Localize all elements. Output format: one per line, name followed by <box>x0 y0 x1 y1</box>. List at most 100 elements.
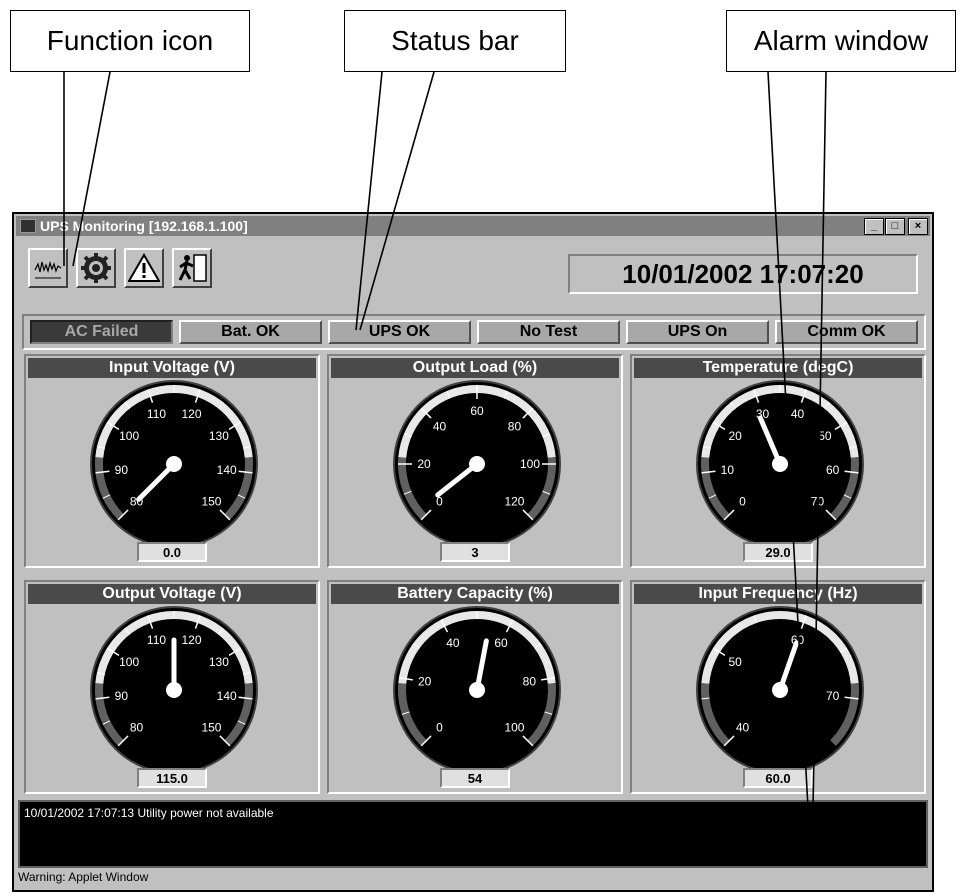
dial-tick-label: 40 <box>791 407 805 421</box>
gauge-temperature: Temperature (degC) 0 10 20 30 40 50 60 70 29.0 <box>630 354 926 568</box>
dial-tick-label: 100 <box>119 429 139 443</box>
dial-tick-label: 90 <box>115 463 129 477</box>
status-ups-power: UPS On <box>626 320 769 344</box>
exit-button[interactable] <box>172 248 212 288</box>
gauge-input-voltage: Input Voltage (V) 80 90 100 110 120 130 140 150… <box>24 354 320 568</box>
dial-tick-label: 100 <box>520 457 540 471</box>
callout-alarm-window: Alarm window <box>726 10 956 72</box>
dial-tick-label: 100 <box>119 655 139 669</box>
dial-tick-label: 50 <box>728 655 742 669</box>
dial-tick-label: 130 <box>209 655 229 669</box>
dial-tick-label: 50 <box>818 429 832 443</box>
function-toolbar <box>28 248 212 288</box>
alarm-button[interactable] <box>124 248 164 288</box>
status-ac: AC Failed <box>30 320 173 344</box>
gauge-readout: 0.0 <box>137 542 207 562</box>
dial-tick-label: 80 <box>508 420 522 434</box>
gauge-title: Output Voltage (V) <box>28 584 316 604</box>
window-titlebar: UPS Monitoring [192.168.1.100] _ □ × <box>16 216 930 236</box>
exit-icon <box>178 254 207 282</box>
applet-warning: Warning: Applet Window <box>18 870 149 884</box>
gauge-dial: 020406080100120 <box>393 380 561 544</box>
dial-hub <box>166 682 182 698</box>
dial-tick-label: 20 <box>728 429 742 443</box>
gauge-input-frequency: Input Frequency (Hz) 40 50 60 70 60.0 <box>630 580 926 794</box>
alarm-log-entry: 10/01/2002 17:07:13 Utility power not av… <box>24 806 274 820</box>
maximize-button[interactable]: □ <box>885 218 905 235</box>
dial-tick-label: 40 <box>433 420 447 434</box>
dial-tick-label: 40 <box>736 720 750 734</box>
dial-tick-label: 130 <box>209 429 229 443</box>
dial-tick-label: 140 <box>217 463 237 477</box>
dial-tick-label: 40 <box>446 636 460 650</box>
dial-tick-label: 60 <box>470 404 484 418</box>
dial-hub <box>469 682 485 698</box>
close-button[interactable]: × <box>908 218 928 235</box>
gauge-dial: 0102030 40506070 <box>696 380 864 544</box>
dial-tick-label: 0 <box>739 494 746 508</box>
alarm-window[interactable]: 10/01/2002 17:07:13 Utility power not av… <box>18 800 928 868</box>
callout-alarm-window-label: Alarm window <box>753 25 929 56</box>
dial-tick-label: 20 <box>418 675 432 689</box>
dial-tick-label: 70 <box>811 494 825 508</box>
gauge-dial: 80 90 100 110 120 130 140 150 <box>90 606 258 770</box>
gauge-output-voltage: Output Voltage (V) 80 90 100 110 120 130 140 15… <box>24 580 320 794</box>
gauge-title: Temperature (degC) <box>634 358 922 378</box>
dial-hub <box>166 456 182 472</box>
dial-tick-label: 150 <box>201 494 221 508</box>
callout-status-bar: Status bar <box>344 10 566 72</box>
dial-hub <box>772 682 788 698</box>
callout-function-icon-label: Function icon <box>46 25 214 56</box>
status-battery: Bat. OK <box>179 320 322 344</box>
dial-tick-label: 90 <box>115 689 129 703</box>
settings-button[interactable] <box>76 248 116 288</box>
dial-tick-label: 60 <box>826 463 840 477</box>
dial-tick-label: 20 <box>417 457 431 471</box>
gauge-dial: 0 20 40 60 80 100 <box>393 606 561 770</box>
gauge-title: Output Load (%) <box>331 358 619 378</box>
dial-tick-label: 80 <box>523 675 537 689</box>
dial-hub <box>772 456 788 472</box>
gauge-readout: 3 <box>440 542 510 562</box>
ups-monitoring-window: UPS Monitoring [192.168.1.100] _ □ × 10/… <box>12 212 934 892</box>
dial-tick-label: 110 <box>147 633 166 647</box>
dial-tick-label: 110 <box>147 407 166 421</box>
callout-function-icon: Function icon <box>10 10 250 72</box>
status-bar: AC Failed Bat. OK UPS OK No Test UPS On … <box>22 314 926 350</box>
dial-tick-label: 70 <box>826 689 840 703</box>
dial-tick-label: 150 <box>201 720 221 734</box>
gear-icon <box>81 253 111 283</box>
app-icon <box>20 219 36 233</box>
dial-tick-label: 80 <box>130 720 144 734</box>
status-test: No Test <box>477 320 620 344</box>
dial-tick-label: 120 <box>181 407 201 421</box>
gauge-dial: 8090100110 120130140150 <box>90 380 258 544</box>
dial-tick-label: 100 <box>504 720 524 734</box>
trend-chart-button[interactable] <box>28 248 68 288</box>
callout-status-bar-label: Status bar <box>391 25 519 56</box>
window-title: UPS Monitoring [192.168.1.100] <box>40 218 248 234</box>
gauge-title: Input Voltage (V) <box>28 358 316 378</box>
gauge-readout: 115.0 <box>137 768 207 788</box>
dial-tick-label: 60 <box>494 636 508 650</box>
dial-tick-label: 0 <box>436 720 443 734</box>
gauge-readout: 60.0 <box>743 768 813 788</box>
gauge-readout: 29.0 <box>743 542 813 562</box>
status-comm: Comm OK <box>775 320 918 344</box>
dial-tick-label: 120 <box>181 633 201 647</box>
gauge-dial: 40506070 <box>696 606 864 770</box>
gauge-title: Input Frequency (Hz) <box>634 584 922 604</box>
chart-icon <box>34 260 62 279</box>
dial-tick-label: 10 <box>721 463 735 477</box>
minimize-button[interactable]: _ <box>864 218 884 235</box>
dial-hub <box>469 456 485 472</box>
datetime-display: 10/01/2002 17:07:20 <box>568 254 918 294</box>
gauge-readout: 54 <box>440 768 510 788</box>
gauge-output-load: Output Load (%) 0 20 40 60 80 100 120 3 <box>327 354 623 568</box>
dial-tick-label: 140 <box>217 689 237 703</box>
gauge-battery-capacity: Battery Capacity (%) 0 20 40 60 80 100 54 <box>327 580 623 794</box>
warning-icon <box>128 253 160 282</box>
dial-tick-label: 120 <box>504 494 524 508</box>
gauge-title: Battery Capacity (%) <box>331 584 619 604</box>
status-ups: UPS OK <box>328 320 471 344</box>
